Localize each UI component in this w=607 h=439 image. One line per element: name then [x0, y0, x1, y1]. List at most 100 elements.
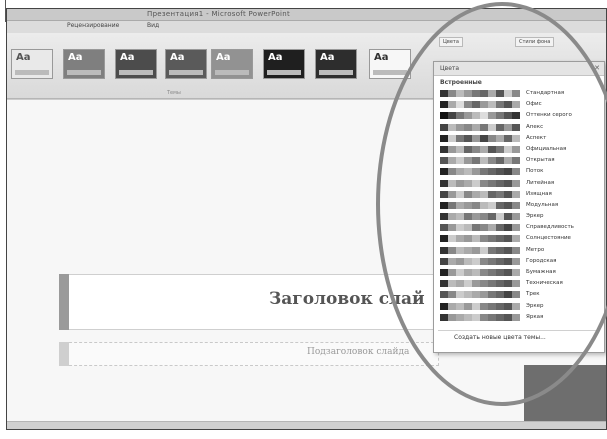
color-swatch: [456, 235, 464, 243]
color-scheme-name: Открытая: [526, 157, 555, 164]
theme-thumbnail[interactable]: Aa: [165, 49, 207, 79]
theme-thumbnail[interactable]: Aa: [115, 49, 157, 79]
color-swatch: [504, 190, 512, 198]
color-swatch: [488, 257, 496, 265]
color-scheme-item[interactable]: Бумажная: [434, 267, 604, 278]
color-swatch: [456, 313, 464, 321]
color-swatch: [464, 190, 472, 198]
color-swatch: [440, 213, 448, 221]
color-swatch: [472, 168, 480, 176]
color-swatches: [440, 101, 520, 109]
color-swatch: [488, 101, 496, 109]
color-swatch: [464, 101, 472, 109]
color-swatch: [456, 145, 464, 153]
color-swatch: [456, 246, 464, 254]
color-swatch: [472, 101, 480, 109]
theme-thumbnail[interactable]: Aa: [63, 49, 105, 79]
color-swatch: [440, 134, 448, 142]
color-swatch: [456, 302, 464, 310]
color-scheme-item[interactable]: Оттенки серого: [434, 110, 604, 121]
color-swatch: [512, 235, 520, 243]
color-swatch: [464, 112, 472, 120]
color-scheme-item[interactable]: Стандартная: [434, 88, 604, 99]
color-swatch: [496, 112, 504, 120]
color-swatch: [512, 246, 520, 254]
color-scheme-name: Городская: [526, 257, 557, 264]
color-scheme-item[interactable]: Городская: [434, 256, 604, 267]
color-swatches: [440, 134, 520, 142]
theme-thumbnail-label: Aa: [120, 52, 135, 63]
theme-color-bar: [67, 70, 101, 75]
color-swatches: [440, 246, 520, 254]
color-swatch: [464, 235, 472, 243]
theme-thumbnail[interactable]: Aa: [11, 49, 53, 79]
color-swatch: [504, 179, 512, 187]
color-swatch: [504, 235, 512, 243]
color-swatch: [464, 168, 472, 176]
color-scheme-item[interactable]: Изящная: [434, 189, 604, 200]
background-styles-button[interactable]: Стили фона: [515, 37, 555, 47]
color-scheme-item[interactable]: Официальная: [434, 144, 604, 155]
tab-review[interactable]: Рецензирование: [67, 22, 119, 29]
theme-color-bar: [15, 70, 49, 75]
color-swatch: [512, 302, 520, 310]
color-swatches: [440, 257, 520, 265]
color-scheme-item[interactable]: Трек: [434, 289, 604, 300]
color-swatch: [472, 224, 480, 232]
color-scheme-item[interactable]: Офис: [434, 99, 604, 110]
close-icon[interactable]: ✕: [594, 64, 600, 72]
color-swatches: [440, 123, 520, 131]
color-swatch: [496, 101, 504, 109]
color-swatch: [472, 269, 480, 276]
color-scheme-item[interactable]: Поток: [434, 166, 604, 177]
color-swatch: [488, 235, 496, 243]
color-swatch: [464, 280, 472, 288]
color-swatch: [496, 302, 504, 310]
color-scheme-item[interactable]: Аспект: [434, 133, 604, 144]
color-swatch: [488, 201, 496, 209]
color-swatch: [472, 235, 480, 243]
theme-thumbnail[interactable]: Aa: [211, 49, 253, 79]
theme-thumbnail[interactable]: Aa: [369, 49, 411, 79]
colors-button[interactable]: Цвета: [439, 37, 463, 47]
color-swatch: [504, 134, 512, 142]
tab-view[interactable]: Вид: [147, 22, 159, 29]
color-swatch: [496, 269, 504, 276]
color-swatch: [448, 313, 456, 321]
color-swatch: [456, 123, 464, 131]
color-swatch: [496, 134, 504, 142]
color-swatch: [472, 291, 480, 299]
theme-thumbnail[interactable]: Aa: [263, 49, 305, 79]
color-swatch: [448, 101, 456, 109]
color-swatch: [448, 157, 456, 165]
color-swatch: [448, 280, 456, 288]
create-theme-colors-link[interactable]: Создать новые цвета темы...: [454, 334, 546, 341]
color-scheme-item[interactable]: Эркер: [434, 301, 604, 312]
color-scheme-item[interactable]: Справедливость: [434, 222, 604, 233]
theme-thumbnail-label: Aa: [68, 52, 83, 63]
color-swatch: [448, 291, 456, 299]
color-swatches: [440, 90, 520, 97]
color-scheme-item[interactable]: Эркер: [434, 211, 604, 222]
color-swatch: [480, 145, 488, 153]
color-swatch: [488, 123, 496, 131]
color-scheme-item[interactable]: Техническая: [434, 278, 604, 289]
color-swatch: [504, 257, 512, 265]
color-swatch: [440, 269, 448, 276]
color-scheme-item[interactable]: Яркая: [434, 312, 604, 323]
color-scheme-item[interactable]: Модульная: [434, 200, 604, 211]
slide-subtitle[interactable]: Подзаголовок слайда: [307, 347, 409, 357]
color-scheme-item[interactable]: Метро: [434, 245, 604, 256]
color-swatch: [440, 190, 448, 198]
color-swatch: [456, 190, 464, 198]
color-swatch: [472, 134, 480, 142]
color-scheme-item[interactable]: Литейная: [434, 178, 604, 189]
slide-title[interactable]: Заголовок слай: [269, 289, 425, 309]
color-scheme-item[interactable]: Апекс: [434, 122, 604, 133]
color-scheme-item[interactable]: Солнцестояние: [434, 233, 604, 244]
theme-thumbnail[interactable]: Aa: [315, 49, 357, 79]
color-swatch: [512, 291, 520, 299]
color-scheme-item[interactable]: Открытая: [434, 155, 604, 166]
color-swatch: [456, 179, 464, 187]
color-scheme-name: Трек: [526, 291, 540, 298]
